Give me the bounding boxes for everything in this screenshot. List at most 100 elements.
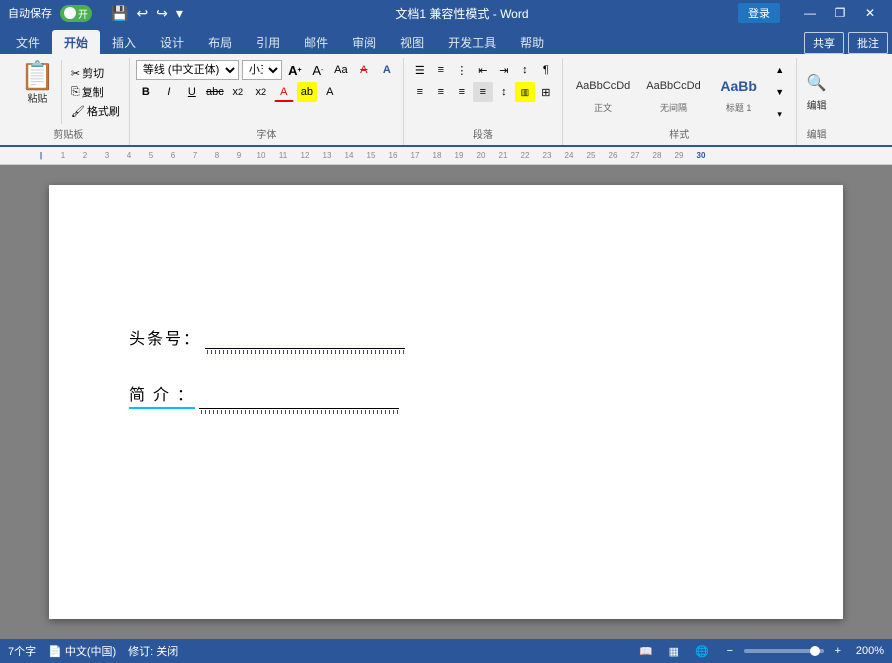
autosave-bar: 自动保存 开 💾 ↩ ↪ ▾ 文档1 兼容性模式 - Word 登录 — ❐ ✕	[0, 0, 892, 26]
clipboard-group-label: 剪贴板	[14, 126, 123, 143]
customize-icon[interactable]: ▾	[173, 4, 186, 23]
copy-button[interactable]: ⎘ 复制	[68, 83, 123, 101]
toggle-circle	[64, 7, 76, 19]
ruler-mark: 18	[426, 151, 448, 160]
ruler-mark: 15	[360, 151, 382, 160]
save-icon[interactable]: 💾	[108, 4, 131, 23]
read-mode-button[interactable]: 📖	[636, 641, 656, 661]
clipboard-content: 📋 粘贴 ✂ 剪切 ⎘ 复制 🖌 格式刷	[14, 60, 123, 124]
multilevel-button[interactable]: ⋮	[452, 60, 472, 80]
tab-design[interactable]: 设计	[148, 30, 196, 54]
clear-format-button[interactable]: A	[354, 60, 374, 80]
ruler-mark: 27	[624, 151, 646, 160]
share-button[interactable]: 共享	[804, 32, 844, 54]
minimize-button[interactable]: —	[796, 4, 824, 22]
close-button[interactable]: ✕	[856, 4, 884, 22]
strikethrough-button[interactable]: abc	[205, 82, 225, 102]
font-style-row: B I U abc x2 x2 A ab A	[136, 82, 340, 102]
sort-button[interactable]: ↕	[515, 60, 535, 80]
ruler-mark: 4	[118, 151, 140, 160]
window-controls: — ❐ ✕	[796, 4, 884, 22]
tab-view[interactable]: 视图	[388, 30, 436, 54]
style-nospace[interactable]: AaBbCcDd 无间隔	[639, 67, 707, 118]
ruler-mark: 28	[646, 151, 668, 160]
shading-button[interactable]: ▥	[515, 82, 535, 102]
undo-icon[interactable]: ↩	[133, 4, 151, 23]
clipboard-small-buttons: ✂ 剪切 ⎘ 复制 🖌 格式刷	[68, 60, 123, 124]
font-grow-button[interactable]: A+	[285, 60, 305, 80]
ruler-mark: 12	[294, 151, 316, 160]
paste-button[interactable]: 📋 粘贴	[14, 60, 62, 124]
borders-button[interactable]: ⊞	[536, 82, 556, 102]
style-h1[interactable]: AaBb 标题 1	[710, 67, 768, 118]
change-case-button[interactable]: Aa	[331, 60, 351, 80]
superscript-button[interactable]: x2	[251, 82, 271, 102]
style-normal[interactable]: AaBbCcDd 正文	[569, 67, 637, 118]
redo-icon[interactable]: ↪	[153, 4, 171, 23]
ruler-mark: 19	[448, 151, 470, 160]
restore-button[interactable]: ❐	[826, 4, 854, 22]
ruler-mark: 21	[492, 151, 514, 160]
para-row-1: ☰ ≡ ⋮ ⇤ ⇥ ↕ ¶	[410, 60, 556, 80]
font-size-select[interactable]: 小五	[242, 60, 282, 80]
bold-button[interactable]: B	[136, 82, 156, 102]
font-shrink-button[interactable]: A-	[308, 60, 328, 80]
numbering-button[interactable]: ≡	[431, 60, 451, 80]
headline-number-underline[interactable]	[205, 327, 405, 349]
decrease-indent-button[interactable]: ⇤	[473, 60, 493, 80]
text-effects-button[interactable]: A	[377, 60, 397, 80]
autosave-toggle[interactable]: 开	[60, 5, 92, 22]
tab-file[interactable]: 文件	[4, 30, 52, 54]
web-layout-button[interactable]: 🌐	[692, 641, 712, 661]
copy-icon: ⎘	[71, 86, 80, 99]
tab-review[interactable]: 审阅	[340, 30, 388, 54]
status-left: 7个字 📄 中文(中国) 修订: 关闭	[8, 643, 620, 659]
font-name-select[interactable]: 等线 (中文正体)	[136, 60, 239, 80]
tab-layout[interactable]: 布局	[196, 30, 244, 54]
tab-developer[interactable]: 开发工具	[436, 30, 508, 54]
italic-button[interactable]: I	[159, 82, 179, 102]
bullets-button[interactable]: ☰	[410, 60, 430, 80]
zoom-in-button[interactable]: +	[828, 641, 848, 661]
document-page[interactable]: 头条号： 简 介 ：	[49, 185, 843, 619]
style-h1-label: 标题 1	[726, 101, 752, 114]
print-layout-button[interactable]: ▦	[664, 641, 684, 661]
cut-label: 剪切	[82, 65, 104, 81]
align-center-button[interactable]: ≡	[431, 82, 451, 102]
format-painter-button[interactable]: 🖌 格式刷	[68, 102, 123, 120]
subscript-button[interactable]: x2	[228, 82, 248, 102]
align-right-button[interactable]: ≡	[452, 82, 472, 102]
style-normal-preview: AaBbCcDd	[576, 71, 630, 101]
tab-references[interactable]: 引用	[244, 30, 292, 54]
tab-home[interactable]: 开始	[52, 30, 100, 54]
comment-button[interactable]: 批注	[848, 32, 888, 54]
show-marks-button[interactable]: ¶	[536, 60, 556, 80]
editing-group: 🔍 编辑 编辑	[797, 58, 837, 145]
underline-button[interactable]: U	[182, 82, 202, 102]
styles-scroll-down[interactable]: ▼	[770, 82, 790, 102]
increase-indent-button[interactable]: ⇥	[494, 60, 514, 80]
style-nospace-label: 无间隔	[660, 101, 687, 114]
justify-button[interactable]: ≡	[473, 82, 493, 102]
login-button[interactable]: 登录	[738, 3, 780, 23]
ruler-mark: 10	[250, 151, 272, 160]
highlight-button[interactable]: ab	[297, 82, 317, 102]
tab-help[interactable]: 帮助	[508, 30, 556, 54]
intro-underline[interactable]	[199, 387, 399, 409]
styles-expand[interactable]: ▾	[770, 104, 790, 124]
styles-scroll-up[interactable]: ▲	[770, 60, 790, 80]
document-area[interactable]: 头条号： 简 介 ：	[0, 165, 892, 639]
cut-button[interactable]: ✂ 剪切	[68, 64, 123, 82]
line-spacing-button[interactable]: ↕	[494, 82, 514, 102]
tab-mailings[interactable]: 邮件	[292, 30, 340, 54]
ruler-mark: 5	[140, 151, 162, 160]
zoom-out-button[interactable]: −	[720, 641, 740, 661]
search-button[interactable]: 🔍	[807, 73, 827, 93]
ribbon-tabs: 文件 开始 插入 设计 布局 引用 邮件 审阅 视图 开发工具 帮助 共享 批注	[0, 26, 892, 54]
headline-number-line: 头条号：	[129, 325, 763, 349]
text-shading-button[interactable]: A	[320, 82, 340, 102]
ruler-mark: 26	[602, 151, 624, 160]
tab-insert[interactable]: 插入	[100, 30, 148, 54]
align-left-button[interactable]: ≡	[410, 82, 430, 102]
font-color-button[interactable]: A	[274, 82, 294, 102]
